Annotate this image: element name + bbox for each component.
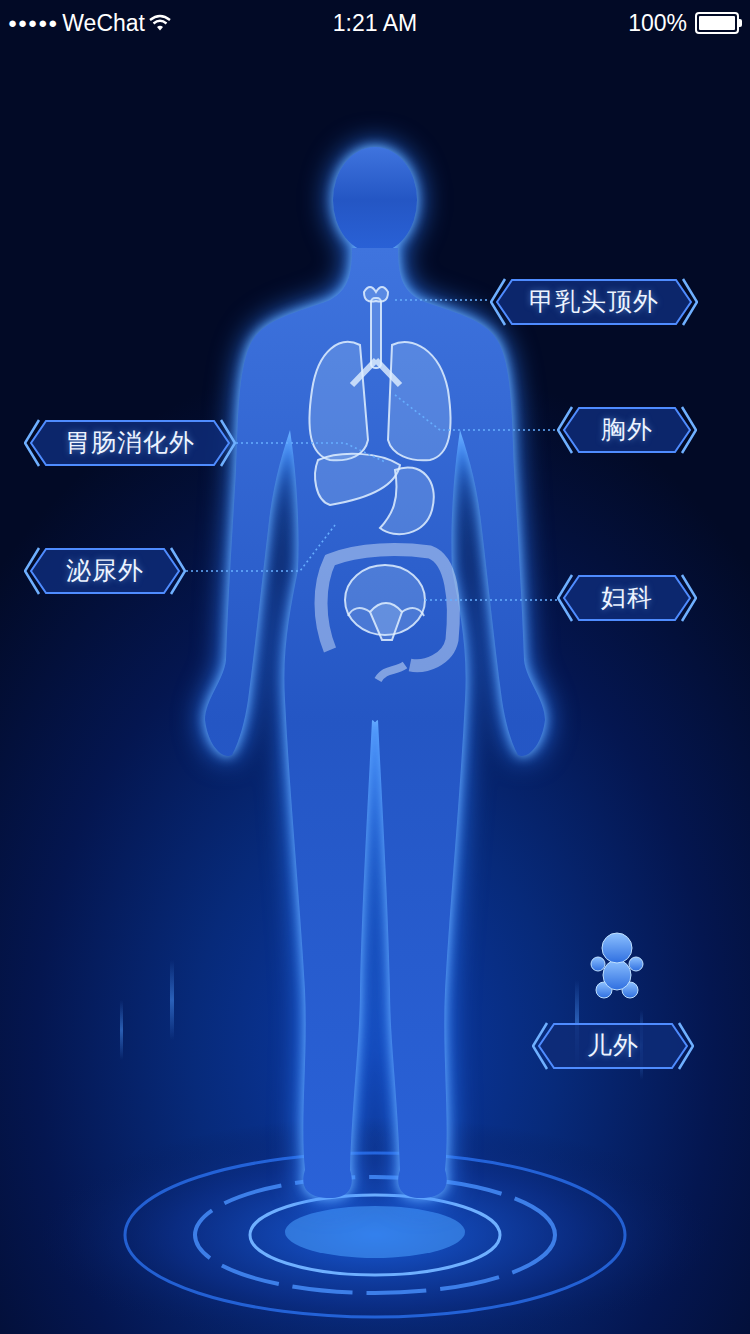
clock: 1:21 AM: [333, 6, 417, 41]
department-label[interactable]: 胸外: [601, 411, 653, 449]
department-label[interactable]: 甲乳头顶外: [529, 283, 659, 321]
anatomy-figure: [0, 0, 750, 1334]
department-tag[interactable]: 妇科: [557, 572, 697, 624]
department-label[interactable]: 妇科: [601, 579, 653, 617]
battery-fill: [699, 16, 735, 30]
department-tag[interactable]: 儿外: [532, 1020, 694, 1072]
status-bar: ●●●●● WeChat 1:21 AM 100%: [0, 0, 750, 46]
signal-strength: ●●●●●: [8, 12, 58, 35]
battery-percent: 100%: [628, 6, 687, 41]
department-label[interactable]: 儿外: [587, 1027, 639, 1065]
baby-icon: [582, 928, 652, 1000]
department-tag[interactable]: 甲乳头顶外: [490, 276, 698, 328]
department-tag[interactable]: 胸外: [557, 404, 697, 456]
department-tag[interactable]: 泌尿外: [24, 545, 186, 597]
carrier-name: WeChat: [62, 6, 145, 41]
battery-icon: [695, 12, 742, 34]
department-label[interactable]: 胃肠消化外: [65, 424, 195, 462]
department-label[interactable]: 泌尿外: [66, 552, 144, 590]
wifi-icon: [149, 14, 171, 32]
department-tag[interactable]: 胃肠消化外: [24, 417, 236, 469]
body-map-screen: ●●●●● WeChat 1:21 AM 100%: [0, 0, 750, 1334]
